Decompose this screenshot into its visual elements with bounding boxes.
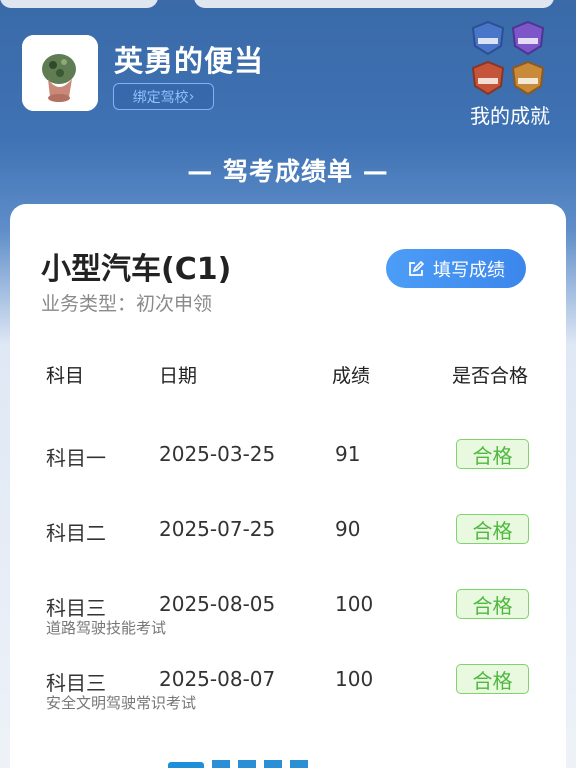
section-title: — 驾考成绩单 —: [187, 157, 389, 186]
pass-badge: 合格: [456, 664, 529, 694]
table-row: 科目一 2025-03-25 91 合格: [10, 439, 566, 502]
avatar[interactable]: [22, 35, 98, 111]
row-note: 安全文明驾驶常识考试: [46, 694, 197, 712]
row-date: 2025-08-05: [159, 592, 276, 616]
business-type: 业务类型：初次申领: [41, 293, 213, 315]
row-score: 90: [335, 517, 361, 541]
bottom-logo-icon: [168, 762, 204, 768]
badge-icon-2: [511, 20, 545, 56]
score-card: 小型汽车(C1) 业务类型：初次申领 填写成绩 科目 日期 成绩 是否合格 科目…: [10, 204, 566, 768]
bind-school-label: 绑定驾校: [132, 89, 189, 106]
avatar-plant-image: [22, 35, 98, 111]
badge-icon-3: [471, 60, 505, 96]
table-row: 科目三 2025-08-05 100 合格 道路驾驶技能考试: [10, 589, 566, 652]
pass-badge: 合格: [456, 514, 529, 544]
bottom-logo-text: [212, 760, 312, 768]
row-score: 100: [335, 667, 374, 691]
fill-score-label: 填写成绩: [433, 259, 505, 281]
row-subject: 科目一: [46, 446, 106, 470]
bind-school-button[interactable]: 绑定驾校 ›: [113, 83, 214, 110]
top-tab-left[interactable]: [0, 0, 158, 8]
top-tab-right[interactable]: [194, 0, 554, 8]
column-header-date: 日期: [159, 365, 198, 387]
row-score: 91: [335, 442, 361, 466]
username: 英勇的便当: [114, 44, 265, 78]
vehicle-type: 小型汽车(C1): [41, 252, 232, 287]
row-note: 道路驾驶技能考试: [46, 619, 167, 637]
column-header-score: 成绩: [332, 365, 371, 387]
column-header-subject: 科目: [46, 365, 85, 387]
row-score: 100: [335, 592, 374, 616]
badge-icon-4: [511, 60, 545, 96]
my-achievements-label[interactable]: 我的成就: [470, 100, 550, 129]
row-date: 2025-07-25: [159, 517, 276, 541]
row-date: 2025-03-25: [159, 442, 276, 466]
edit-icon: [409, 260, 425, 276]
row-date: 2025-08-07: [159, 667, 276, 691]
pass-badge: 合格: [456, 439, 529, 469]
column-header-pass: 是否合格: [452, 365, 529, 387]
fill-score-button[interactable]: 填写成绩: [386, 249, 526, 288]
row-subject: 科目二: [46, 521, 106, 545]
table-row: 科目三 2025-08-07 100 合格 安全文明驾驶常识考试: [10, 664, 566, 727]
badge-icon-1: [471, 20, 505, 56]
chevron-right-icon: ›: [188, 88, 195, 105]
achievement-badges[interactable]: [470, 20, 550, 96]
pass-badge: 合格: [456, 589, 529, 619]
table-row: 科目二 2025-07-25 90 合格: [10, 514, 566, 577]
